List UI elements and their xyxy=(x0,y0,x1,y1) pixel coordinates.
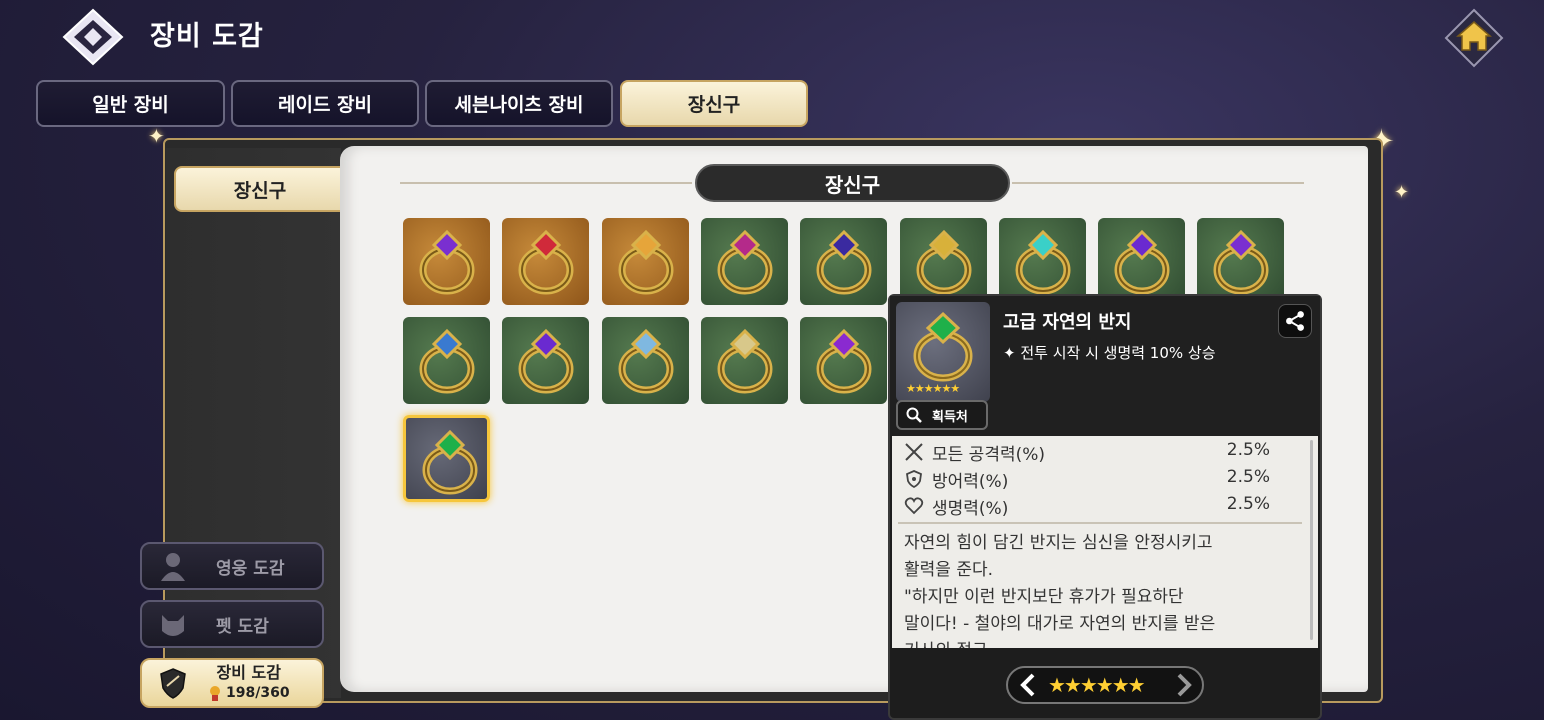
tab-normal-equipment[interactable]: 일반 장비 xyxy=(36,80,225,127)
stat-row: 모든 공격력(%) 2.5% xyxy=(904,440,1270,465)
ring-item[interactable] xyxy=(999,218,1086,305)
description-line: 말이다! - 철야의 대가로 자연의 반지를 받은 xyxy=(904,614,1216,634)
side-nav-label: 펫 도감 xyxy=(216,616,269,637)
stat-name: 생명력(%) xyxy=(932,499,1009,519)
equipment-codex-button[interactable]: 장비 도감 198/360 xyxy=(140,658,324,708)
ring-icon xyxy=(422,429,478,495)
ring-icon xyxy=(717,229,773,295)
heart-icon xyxy=(904,497,924,515)
attack-swords-icon xyxy=(905,443,923,461)
acquisition-source-button[interactable]: 획득처 xyxy=(896,400,988,430)
ring-item[interactable] xyxy=(900,218,987,305)
ring-icon xyxy=(518,229,574,295)
item-effect: ✦ 전투 시작 시 생명력 10% 상승 xyxy=(1003,344,1216,362)
item-detail-header: ★★★★★★ 고급 자연의 반지 ✦ 전투 시작 시 생명력 10% 상승 획득… xyxy=(890,296,1320,436)
ring-icon xyxy=(419,328,475,394)
ring-icon xyxy=(518,328,574,394)
share-button[interactable] xyxy=(1278,304,1312,338)
ring-icon xyxy=(419,229,475,295)
tab-seven-knights-equipment[interactable]: 세븐나이츠 장비 xyxy=(425,80,613,127)
chevron-left-icon[interactable] xyxy=(1016,672,1042,698)
ring-item[interactable] xyxy=(502,317,589,404)
divider xyxy=(1012,182,1304,184)
stat-value: 2.5% xyxy=(1226,494,1270,514)
stat-name: 모든 공격력(%) xyxy=(932,445,1046,465)
hero-codex-button[interactable]: 영웅 도감 xyxy=(140,542,324,590)
item-detail-panel: ★★★★★★ 고급 자연의 반지 ✦ 전투 시작 시 생명력 10% 상승 획득… xyxy=(888,294,1322,720)
ring-item[interactable] xyxy=(403,415,490,502)
ring-item[interactable] xyxy=(602,218,689,305)
side-nav-label: 영웅 도감 xyxy=(216,558,285,579)
ring-item[interactable] xyxy=(403,317,490,404)
ring-icon xyxy=(916,229,972,295)
description-scrollbar[interactable] xyxy=(1310,440,1313,640)
ring-image xyxy=(913,311,973,382)
divider xyxy=(898,522,1302,524)
chevron-right-icon[interactable] xyxy=(1170,672,1196,698)
side-nav-label: 장비 도감 xyxy=(216,663,281,682)
stat-value: 2.5% xyxy=(1226,440,1270,460)
ring-item[interactable] xyxy=(800,317,887,404)
tab-accessories[interactable]: 장신구 xyxy=(620,80,808,127)
section-title: 장신구 xyxy=(695,164,1010,202)
ring-icon xyxy=(816,328,872,394)
category-tab-accessories[interactable]: 장신구 xyxy=(174,166,346,212)
page-title: 장비 도감 xyxy=(150,21,264,52)
acquisition-source-label: 획득처 xyxy=(932,409,968,425)
description-line: 자연의 힘이 담긴 반지는 심신을 안정시키고 xyxy=(904,533,1213,553)
grade-selector: ★★★★★★ xyxy=(1006,666,1204,704)
equipment-shield-icon xyxy=(160,668,186,699)
equipment-progress: 198/360 xyxy=(226,685,290,701)
ring-icon xyxy=(717,328,773,394)
ring-item[interactable] xyxy=(502,218,589,305)
ring-item[interactable] xyxy=(701,317,788,404)
divider xyxy=(400,182,692,184)
ring-item[interactable] xyxy=(1098,218,1185,305)
grade-star-rating: ★★★★★★ xyxy=(1048,673,1146,697)
item-name: 고급 자연의 반지 xyxy=(1003,312,1132,333)
description-line: "하지만 이런 반지보단 휴가가 필요하단 xyxy=(904,587,1184,607)
pet-codex-button[interactable]: 펫 도감 xyxy=(140,600,324,648)
ring-item[interactable] xyxy=(403,218,490,305)
home-button[interactable] xyxy=(1444,8,1504,68)
ring-item[interactable] xyxy=(1197,218,1284,305)
item-star-rating: ★★★★★★ xyxy=(906,382,960,395)
stat-row: 방어력(%) 2.5% xyxy=(904,467,1270,492)
ring-icon xyxy=(1213,229,1269,295)
defense-shield-icon xyxy=(906,470,922,489)
stat-name: 방어력(%) xyxy=(932,472,1009,492)
pet-icon xyxy=(162,615,184,636)
ring-icon xyxy=(618,328,674,394)
hero-icon xyxy=(161,553,185,581)
stat-value: 2.5% xyxy=(1226,467,1270,487)
description-line: 기사의 절규 xyxy=(904,638,1294,648)
ring-icon xyxy=(618,229,674,295)
ring-icon xyxy=(1114,229,1170,295)
codex-logo-icon xyxy=(62,8,124,66)
description-line: 활력을 준다. xyxy=(904,560,994,580)
item-description: 자연의 힘이 담긴 반지는 심신을 안정시키고 활력을 준다. "하지만 이런 … xyxy=(904,530,1294,648)
search-icon xyxy=(906,407,922,423)
sparkle-decoration: ✦ xyxy=(1394,182,1410,203)
ring-item[interactable] xyxy=(602,317,689,404)
stat-row: 생명력(%) 2.5% xyxy=(904,494,1270,519)
ring-icon xyxy=(1015,229,1071,295)
ring-item[interactable] xyxy=(800,218,887,305)
medal-icon xyxy=(210,686,220,701)
tab-raid-equipment[interactable]: 레이드 장비 xyxy=(231,80,419,127)
ring-item[interactable] xyxy=(701,218,788,305)
item-detail-body[interactable]: 모든 공격력(%) 2.5% 방어력(%) 2.5% 생명력(%) 2.5% 자… xyxy=(892,436,1318,648)
ring-icon xyxy=(816,229,872,295)
